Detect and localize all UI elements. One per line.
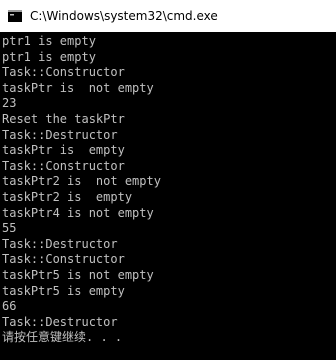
console-line: taskPtr2 is not empty [2,174,161,189]
console-line: taskPtr5 is empty [2,283,125,298]
console-line: Task::Destructor [2,127,118,142]
console-line: taskPtr4 is not empty [2,205,154,220]
console-line: Task::Constructor [2,158,125,173]
console-line: taskPtr is not empty [2,80,154,95]
title-bar[interactable]: C:\Windows\system32\cmd.exe [0,0,336,32]
console-line: taskPtr2 is empty [2,189,133,204]
console-line: 66 [2,299,17,314]
console-line: 55 [2,221,17,236]
console-line: 请按任意键继续. . . [2,330,123,345]
window-title: C:\Windows\system32\cmd.exe [30,9,218,23]
console-line: Task::Destructor [2,314,118,329]
cmd-window: C:\Windows\system32\cmd.exe ptr1 is empt… [0,0,336,360]
console-line: taskPtr is empty [2,143,125,158]
console-line: ptr1 is empty [2,49,96,64]
console-line: Reset the taskPtr [2,111,125,126]
console-app-icon [8,10,22,22]
console-line: Task::Constructor [2,65,125,80]
console-line: ptr1 is empty [2,34,96,48]
console-output[interactable]: ptr1 is empty ptr1 is empty Task::Construc… [0,34,336,360]
console-line: taskPtr5 is not empty [2,267,154,282]
console-line: Task::Constructor [2,252,125,267]
console-line: Task::Destructor [2,236,118,251]
console-line: 23 [2,96,17,111]
